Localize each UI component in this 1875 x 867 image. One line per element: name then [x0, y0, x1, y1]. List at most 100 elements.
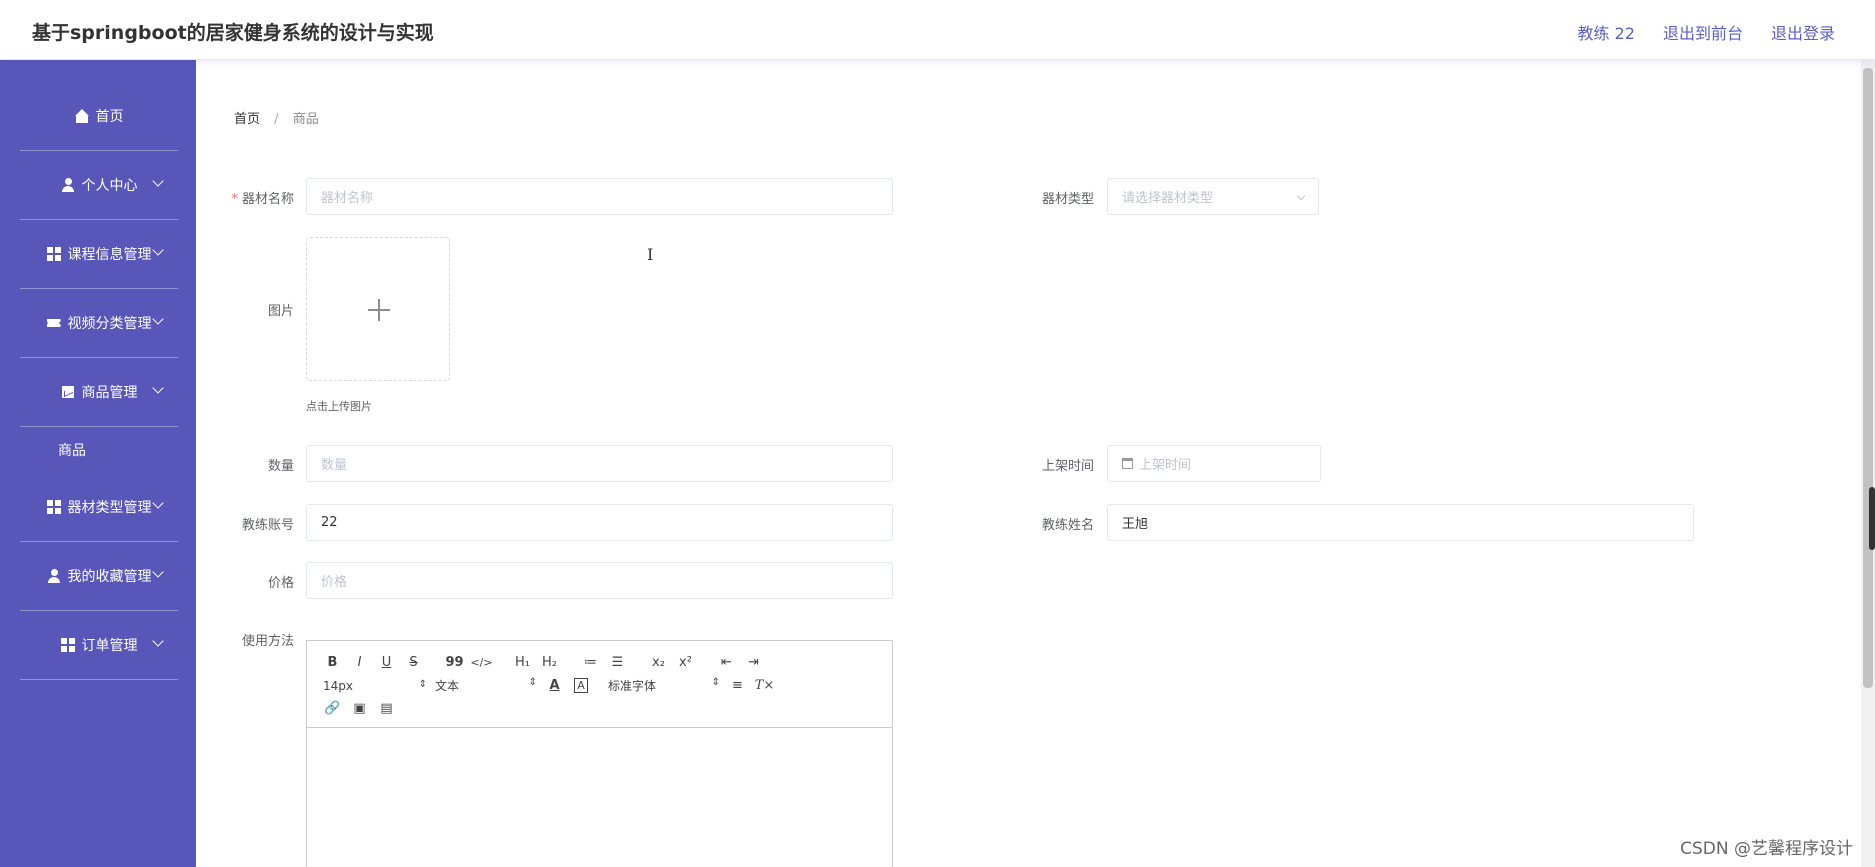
- sidebar-item-label: 商品管理: [81, 385, 138, 401]
- sidebar-item-label: 视频分类管理: [67, 316, 152, 332]
- chevron-down-icon: [152, 175, 164, 187]
- chevron-down-icon: [152, 313, 164, 325]
- subscript-button[interactable]: x₂: [645, 655, 672, 670]
- app-title: 基于springboot的居家健身系统的设计与实现: [32, 22, 434, 44]
- background-color-icon[interactable]: A: [574, 678, 588, 693]
- sidebar-item-label: 个人中心: [81, 178, 138, 194]
- link-icon[interactable]: 🔗: [319, 701, 346, 716]
- sidebar-item-video-category[interactable]: 视频分类管理: [20, 289, 178, 358]
- breadcrumb-separator: /: [274, 112, 279, 127]
- sidebar-nav: 首页 个人中心 课程信息管理 视频分类管理 商品管理 商品 器材类型管理 我的收…: [0, 60, 196, 680]
- ordered-list-button[interactable]: ≔: [577, 655, 604, 670]
- sidebar-item-personal-center[interactable]: 个人中心: [20, 151, 178, 220]
- sidebar-item-favorites[interactable]: 我的收藏管理: [20, 542, 178, 611]
- price-input[interactable]: 价格: [306, 562, 893, 599]
- rich-text-editor: B I U S 99 </> H₁ H₂ ≔ ☰ x₂ x² ⇤ ⇥ 14px …: [306, 640, 893, 867]
- toolbar-row: 🔗 ▣ ▤: [319, 697, 880, 720]
- home-icon: [74, 109, 89, 123]
- quantity-input[interactable]: 数量: [306, 445, 893, 482]
- name-label: * 器材名称: [231, 192, 294, 207]
- size-select[interactable]: 14px: [319, 679, 431, 693]
- toolbar-row: 14px 文本 A A 标准字体 ≡ T×: [319, 674, 880, 697]
- video-icon[interactable]: ▤: [373, 701, 400, 716]
- bold-button[interactable]: B: [319, 655, 346, 670]
- chart-icon: [61, 385, 75, 399]
- header-select[interactable]: 文本: [431, 677, 541, 694]
- sidebar-item-label: 器材类型管理: [67, 500, 152, 516]
- header2-button[interactable]: H₂: [536, 655, 563, 670]
- clear-format-icon[interactable]: T×: [751, 678, 778, 693]
- indent-button[interactable]: ⇥: [740, 655, 767, 670]
- user-label[interactable]: 教练 22: [1578, 20, 1635, 44]
- app: 基于springboot的居家健身系统的设计与实现 教练 22 退出到前台 退出…: [0, 0, 1875, 867]
- code-block-button[interactable]: </>: [468, 656, 495, 669]
- page-scrollbar[interactable]: [1861, 60, 1875, 867]
- scroll-indicator: [1869, 487, 1875, 550]
- listing-time-label: 上架时间: [1041, 459, 1094, 474]
- coach-name-input[interactable]: 王旭: [1107, 504, 1694, 541]
- image-upload[interactable]: [306, 237, 450, 381]
- price-label: 价格: [267, 576, 294, 591]
- image-icon[interactable]: ▣: [346, 701, 373, 716]
- text-cursor-icon: I: [647, 245, 654, 264]
- main-content: 首页 / 商品 * 器材名称 器材名称 器材类型 请选择器材类型 图片 点击上传图…: [196, 60, 1861, 867]
- image-label: 图片: [267, 304, 294, 319]
- coach-account-input[interactable]: 22: [306, 504, 893, 541]
- sidebar-item-label: 我的收藏管理: [67, 569, 152, 585]
- ticket-icon: [47, 316, 61, 330]
- strike-button[interactable]: S: [400, 655, 427, 670]
- sidebar-item-label: 订单管理: [81, 638, 138, 654]
- chevron-down-icon: [152, 566, 164, 578]
- name-input[interactable]: 器材名称: [306, 178, 893, 215]
- top-actions: 教练 22 退出到前台 退出登录: [1578, 20, 1835, 44]
- sidebar-item-goods[interactable]: 商品管理: [20, 358, 178, 427]
- back-to-front-link[interactable]: 退出到前台: [1663, 20, 1743, 44]
- sidebar-item-label: 课程信息管理: [67, 247, 152, 263]
- font-select[interactable]: 标准字体: [604, 677, 724, 694]
- type-select[interactable]: 请选择器材类型: [1107, 178, 1319, 215]
- superscript-button[interactable]: x²: [672, 655, 699, 670]
- coach-name-label: 教练姓名: [1041, 518, 1094, 533]
- bullet-list-button[interactable]: ☰: [604, 655, 631, 670]
- listing-time-picker[interactable]: 上架时间: [1107, 445, 1321, 482]
- editor-content-area[interactable]: [307, 728, 892, 867]
- grid-icon: [46, 500, 61, 514]
- logout-link[interactable]: 退出登录: [1771, 20, 1835, 44]
- grid-icon: [46, 247, 61, 261]
- chevron-down-icon: [152, 244, 164, 256]
- blockquote-button[interactable]: 99: [441, 655, 468, 670]
- grid-icon: [60, 638, 75, 652]
- chevron-down-icon: [152, 382, 164, 394]
- sidebar-item-home[interactable]: 首页: [20, 82, 178, 151]
- outdent-button[interactable]: ⇤: [713, 655, 740, 670]
- italic-button[interactable]: I: [346, 655, 373, 670]
- toolbar-row: B I U S 99 </> H₁ H₂ ≔ ☰ x₂ x² ⇤ ⇥: [319, 651, 880, 674]
- header1-button[interactable]: H₁: [509, 655, 536, 670]
- calendar-icon: [1122, 458, 1133, 469]
- sidebar-item-label: 首页: [95, 109, 124, 125]
- usage-label: 使用方法: [241, 634, 294, 649]
- upload-tip: 点击上传图片: [306, 400, 372, 413]
- sidebar: 首页 个人中心 课程信息管理 视频分类管理 商品管理 商品 器材类型管理 我的收…: [0, 60, 196, 867]
- editor-toolbar: B I U S 99 </> H₁ H₂ ≔ ☰ x₂ x² ⇤ ⇥ 14px …: [307, 641, 892, 728]
- underline-button[interactable]: U: [373, 655, 400, 670]
- user-icon: [47, 569, 61, 583]
- chevron-down-icon: [1296, 191, 1306, 201]
- top-bar: 基于springboot的居家健身系统的设计与实现 教练 22 退出到前台 退出…: [0, 0, 1875, 60]
- breadcrumb-current: 商品: [292, 112, 319, 127]
- sidebar-item-course-info[interactable]: 课程信息管理: [20, 220, 178, 289]
- font-color-icon[interactable]: A: [541, 678, 568, 693]
- chevron-down-icon: [152, 497, 164, 509]
- scroll-thumb[interactable]: [1863, 68, 1873, 688]
- required-mark: *: [231, 192, 238, 207]
- sidebar-subitem-goods[interactable]: 商品: [58, 427, 196, 473]
- chevron-down-icon: [152, 635, 164, 647]
- sidebar-item-equipment-type[interactable]: 器材类型管理: [20, 473, 178, 542]
- breadcrumb-home[interactable]: 首页: [234, 112, 260, 127]
- user-icon: [61, 178, 75, 192]
- sidebar-item-orders[interactable]: 订单管理: [20, 611, 178, 680]
- coach-account-label: 教练账号: [241, 518, 294, 533]
- align-icon[interactable]: ≡: [724, 678, 751, 693]
- quantity-label: 数量: [267, 459, 294, 474]
- watermark: CSDN @艺馨程序设计: [1680, 839, 1853, 859]
